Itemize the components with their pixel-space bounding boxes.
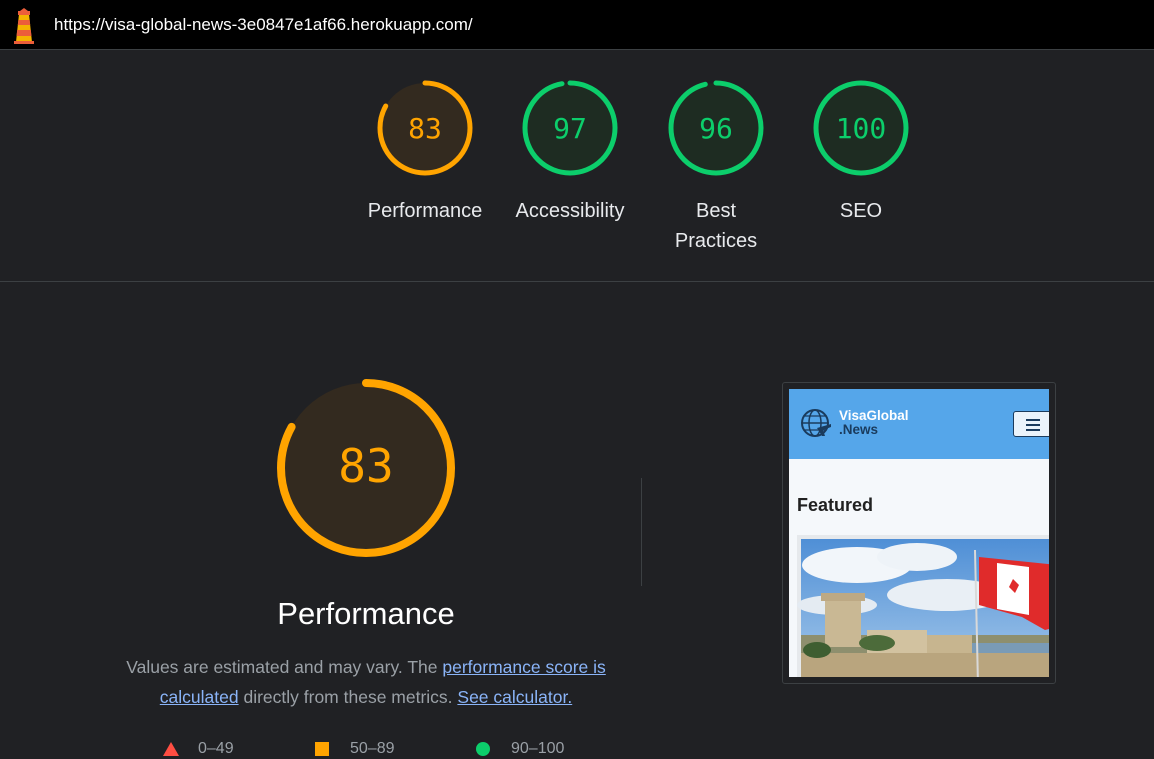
featured-photo: [797, 535, 1049, 677]
performance-description: Values are estimated and may vary. The p…: [106, 652, 626, 712]
brand-line-2: .News: [839, 422, 879, 437]
gauge-seo[interactable]: 100 SEO: [791, 78, 931, 226]
lighthouse-logo-icon: [14, 8, 34, 44]
vertical-divider: [641, 478, 642, 586]
brand-line-1: VisaGlobal: [839, 408, 909, 423]
legend-fail: 0–49: [162, 740, 234, 758]
performance-title: Performance: [277, 596, 455, 631]
gauge-score: 96: [699, 112, 733, 145]
legend-pass: 90–100: [475, 740, 564, 758]
legend-pass-label: 90–100: [511, 740, 565, 757]
orange-square-icon: [315, 742, 329, 756]
see-calculator-link[interactable]: See calculator.: [457, 687, 572, 707]
gauge-label: Accessibility: [515, 200, 625, 222]
desc-text-2: directly from these metrics.: [238, 687, 458, 707]
page-url[interactable]: https://visa-global-news-3e0847e1af66.he…: [54, 15, 473, 35]
performance-big-gauge: 83: [277, 379, 455, 557]
gauge-label: SEO: [839, 200, 883, 222]
gauge-score: 100: [836, 112, 887, 145]
red-triangle-icon: [163, 742, 179, 756]
hamburger-menu-icon: [1013, 411, 1049, 437]
featured-heading: Featured: [797, 495, 874, 515]
legend-fail-label: 0–49: [198, 740, 234, 757]
gauge-label: Best Practices: [674, 200, 758, 252]
big-score: 83: [338, 439, 393, 493]
gauge-accessibility[interactable]: 97 Accessibility: [500, 78, 640, 226]
gauge-performance[interactable]: 83 Performance: [355, 78, 495, 226]
globe-plane-icon: [801, 409, 831, 437]
seo-gauge-ring: 100: [813, 80, 909, 176]
screenshot-viewport: VisaGlobal .News Featured: [789, 389, 1049, 677]
legend-average-label: 50–89: [350, 740, 395, 757]
legend-average: 50–89: [314, 740, 395, 758]
accessibility-gauge-ring: 97: [522, 80, 618, 176]
gauge-score: 83: [408, 112, 442, 145]
best-practices-gauge-ring: 96: [668, 80, 764, 176]
gauge-score: 97: [553, 112, 587, 145]
final-screenshot[interactable]: VisaGlobal .News Featured: [782, 382, 1056, 684]
gauge-label: Performance: [367, 200, 483, 222]
site-brand: VisaGlobal .News: [839, 409, 909, 437]
green-circle-icon: [476, 742, 490, 756]
performance-gauge-ring: 83: [377, 80, 473, 176]
desc-text-1: Values are estimated and may vary. The: [126, 657, 443, 677]
site-header: VisaGlobal .News: [789, 389, 1049, 459]
url-bar: https://visa-global-news-3e0847e1af66.he…: [0, 0, 1154, 50]
gauge-best-practices[interactable]: 96 Best Practices: [646, 78, 786, 256]
category-summary: 83 Performance 97 Accessibility 96 Best …: [0, 50, 1154, 282]
